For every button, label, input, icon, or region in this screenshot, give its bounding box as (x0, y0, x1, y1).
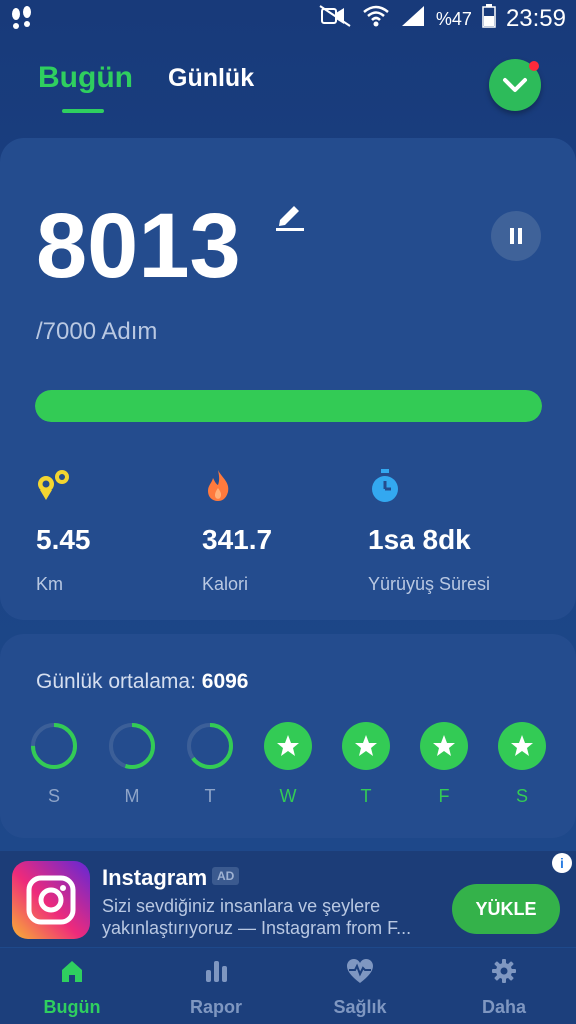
ad-info-icon[interactable]: i (552, 853, 572, 873)
bar-chart-icon (206, 961, 227, 982)
steps-card: 8013 /7000 Adım 5.45 Km 341.7 Kalori 1sa… (0, 138, 576, 620)
day-progress-ring (31, 723, 77, 769)
star-icon (342, 722, 390, 770)
step-goal: /7000 Adım (36, 318, 158, 345)
day-label: M (124, 786, 140, 806)
gear-icon (492, 959, 516, 983)
ad-banner[interactable]: Instagram AD Sizi sevdiğiniz insanlara v… (0, 851, 576, 947)
day-progress-ring (109, 723, 155, 769)
ad-badge: AD (212, 867, 240, 885)
tab-daily[interactable]: Günlük (168, 64, 254, 93)
day-4[interactable]: T (341, 722, 391, 807)
walk-time-value: 1sa 8dk (368, 524, 471, 555)
daily-average-label: Günlük ortalama: (36, 670, 196, 693)
day-0[interactable]: S (29, 722, 79, 807)
battery-percent: %47 (435, 8, 472, 29)
nav-health-label: Sağlık (333, 997, 387, 1017)
bottom-navigation: Bugün Rapor Sağlık Daha (0, 948, 576, 1024)
nav-report-label: Rapor (189, 997, 242, 1017)
star-icon (498, 722, 546, 770)
walk-time-label: Yürüyüş Süresi (368, 574, 491, 594)
day-label: S (515, 786, 528, 806)
day-5[interactable]: F (419, 722, 469, 807)
flame-icon (202, 468, 272, 504)
active-tab-indicator (62, 109, 104, 113)
week-progress: SMTWTFS (0, 722, 576, 832)
mute-icon (318, 4, 352, 34)
distance-label: Km (36, 574, 63, 594)
goal-check-button[interactable] (489, 59, 541, 111)
day-label: T (360, 786, 372, 806)
calories-value: 341.7 (202, 524, 273, 555)
wifi-icon (362, 4, 390, 34)
day-1[interactable]: M (107, 722, 157, 807)
star-icon (264, 722, 312, 770)
calories-label: Kalori (202, 574, 249, 594)
tab-today[interactable]: Bugün (38, 61, 133, 95)
day-label: F (438, 786, 450, 806)
day-label: W (279, 786, 297, 806)
clock: 23:59 (505, 5, 566, 32)
step-progress-fill (35, 390, 542, 422)
nav-more-label: Daha (481, 997, 526, 1017)
daily-average: Günlük ortalama: 6096 (36, 670, 248, 694)
nav-today-label: Bugün (43, 997, 101, 1017)
instagram-logo-icon (12, 861, 90, 939)
top-tabs: Bugün Günlük (0, 55, 576, 115)
nav-more[interactable]: Daha (444, 958, 564, 1018)
day-2[interactable]: T (185, 722, 235, 807)
stat-calories: 341.7 Kalori (202, 468, 272, 595)
stopwatch-icon (368, 468, 490, 504)
star-icon (420, 722, 468, 770)
nav-report[interactable]: Rapor (156, 958, 276, 1018)
footsteps-icon (10, 6, 34, 37)
nav-today[interactable]: Bugün (12, 958, 132, 1018)
nav-health[interactable]: Sağlık (300, 958, 420, 1018)
day-progress-ring (187, 723, 233, 769)
stat-distance: 5.45 Km (36, 468, 91, 595)
distance-value: 5.45 (36, 524, 91, 555)
signal-icon (400, 4, 426, 34)
ad-description: Sizi sevdiğiniz insanlara ve şeylere yak… (102, 896, 412, 938)
notification-dot (529, 61, 539, 71)
stat-walk-time: 1sa 8dk Yürüyüş Süresi (368, 468, 490, 595)
edit-icon[interactable] (274, 200, 306, 237)
pause-button[interactable] (491, 211, 541, 261)
heart-pulse-icon (347, 959, 373, 983)
day-label: S (47, 786, 60, 806)
chevron-down-icon (503, 78, 527, 92)
distance-icon (36, 468, 91, 504)
status-bar: %47 23:59 (0, 0, 576, 40)
day-3[interactable]: W (263, 722, 313, 807)
step-progress-bar (35, 390, 542, 422)
day-6[interactable]: S (497, 722, 547, 807)
ad-title: Instagram (102, 865, 208, 890)
step-count: 8013 (36, 195, 241, 297)
weekly-card: Günlük ortalama: 6096 S M T W T F S (0, 634, 576, 838)
install-button[interactable]: YÜKLE (452, 884, 560, 934)
daily-average-value: 6096 (201, 670, 249, 693)
pause-icon (510, 228, 522, 244)
day-label: T (204, 786, 216, 806)
home-icon (62, 961, 82, 982)
battery-icon (482, 4, 496, 34)
